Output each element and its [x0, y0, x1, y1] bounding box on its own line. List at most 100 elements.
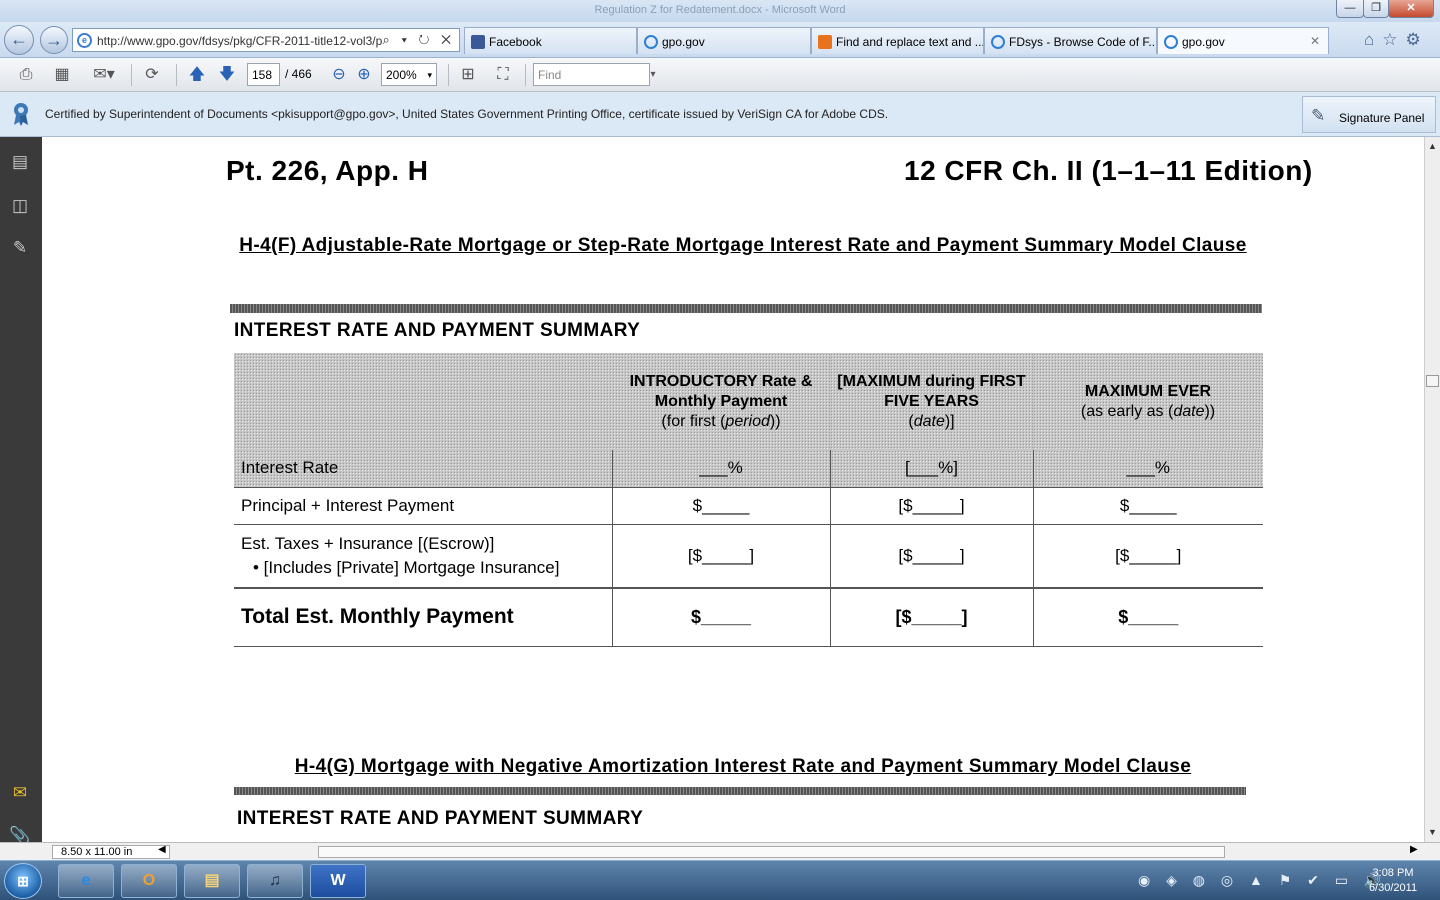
- table-cell: $_____: [611, 486, 830, 524]
- taskbar-file-explorer[interactable]: ▤: [184, 864, 240, 898]
- scroll-left-icon[interactable]: ◀: [158, 844, 166, 855]
- column-subtitle: (for first (period)): [661, 412, 781, 430]
- pdf-page: Pt. 226, App. H 12 CFR Ch. II (1–1–11 Ed…: [42, 137, 1424, 842]
- full-screen-icon[interactable]: ⛶: [491, 63, 515, 87]
- page-total: / 466: [285, 67, 312, 81]
- section-g-title: H-4(G) Mortgage with Negative Amortizati…: [294, 756, 1192, 777]
- column-title: INTRODUCTORY Rate & Monthly Payment: [629, 372, 813, 410]
- row-label: Est. Taxes + Insurance [(Escrow)]: [241, 533, 495, 553]
- address-actions[interactable]: ⌕ ▾ ↻ ✕: [383, 32, 455, 48]
- signature-panel-label: Signature Panel: [1339, 111, 1425, 125]
- signature-panel-button[interactable]: ✎ Signature Panel: [1302, 96, 1436, 133]
- table-row: Principal + Interest Payment $_____ [$__…: [234, 486, 1263, 524]
- column-title: [MAXIMUM during FIRST FIVE YEARS: [837, 372, 1026, 410]
- tab-label: gpo.gov: [662, 35, 705, 49]
- signatures-icon[interactable]: ✎: [9, 237, 31, 259]
- home-favorites-tools-icons[interactable]: ⌂☆⚙: [1364, 30, 1429, 50]
- clock-time: 3:08 PM: [1372, 867, 1414, 879]
- attachments-binoculars-icon[interactable]: ◫: [9, 195, 31, 217]
- table-cell: [$_____]: [829, 486, 1033, 524]
- tab-label: FDsys - Browse Code of F...: [1009, 35, 1157, 49]
- taskbar-itunes[interactable]: ♫: [247, 864, 303, 898]
- table-row: Est. Taxes + Insurance [(Escrow)] • [Inc…: [234, 523, 1263, 588]
- table-cell: $_____: [611, 587, 830, 647]
- page-header-left: Pt. 226, App. H: [226, 155, 429, 186]
- taskbar-outlook[interactable]: O: [121, 864, 177, 898]
- divider: [448, 64, 449, 86]
- maximize-button[interactable]: ❐: [1363, 0, 1389, 18]
- tab-fdsys[interactable]: FDsys - Browse Code of F...: [984, 27, 1157, 54]
- close-window-button[interactable]: ✕: [1388, 0, 1434, 18]
- column-title: MAXIMUM EVER: [1084, 382, 1212, 400]
- tab-facebook[interactable]: Facebook: [464, 27, 637, 54]
- fit-page-icon[interactable]: ⊞: [456, 63, 480, 87]
- tab-gpo[interactable]: gpo.gov: [637, 27, 811, 54]
- window-title: Regulation Z for Redatement.docx - Micro…: [594, 4, 846, 16]
- find-options-chevron-icon[interactable]: ▾: [646, 63, 660, 87]
- address-bar[interactable]: e http://www.gpo.gov/fdsys/pkg/CFR-2011-…: [72, 28, 460, 52]
- system-tray-icons[interactable]: ◉ ◈ ◍ ◎ ▲ ⚑ ✔ ▭ 🔊: [1138, 872, 1387, 889]
- column-header-maximum-ever: MAXIMUM EVER (as early as (date)): [1033, 353, 1263, 450]
- sync-icon[interactable]: ⟳: [140, 63, 164, 87]
- page-number-input[interactable]: 158: [247, 63, 280, 86]
- print-icon[interactable]: ⎙: [14, 63, 38, 87]
- share-icon[interactable]: ✉▾: [86, 63, 122, 87]
- taskbar-internet-explorer[interactable]: e: [58, 864, 114, 898]
- navigation-rail: ▤ ◫ ✎ ✉ 📎: [0, 137, 42, 859]
- row-label: Interest Rate: [241, 458, 339, 478]
- row-label: Total Est. Monthly Payment: [234, 587, 612, 647]
- divider: [131, 64, 132, 86]
- certificate-message: Certified by Superintendent of Documents…: [45, 107, 889, 121]
- close-tab-icon[interactable]: ✕: [1310, 34, 1320, 48]
- arrow-right-icon: →: [45, 30, 63, 50]
- signature-pen-icon: ✎: [1311, 106, 1326, 125]
- horizontal-scrollbar[interactable]: [318, 846, 1225, 858]
- taskbar-word[interactable]: W: [310, 864, 366, 898]
- table-row: Interest Rate ___% [___%] ___%: [234, 450, 1263, 487]
- summary-heading-g: INTEREST RATE AND PAYMENT SUMMARY: [237, 808, 644, 829]
- address-input[interactable]: http://www.gpo.gov/fdsys/pkg/CFR-2011-ti…: [97, 34, 393, 48]
- pages-icon[interactable]: ▤: [9, 151, 31, 173]
- ie-icon: e: [77, 33, 92, 48]
- reader-statusbar: 8.50 x 11.00 in ◀ ▶: [0, 842, 1440, 860]
- divider: [234, 787, 1246, 795]
- office-icon: [818, 35, 832, 49]
- table-cell: [___%]: [829, 450, 1033, 487]
- vertical-scrollbar[interactable]: ▲ ▼: [1424, 137, 1440, 842]
- taskbar-clock[interactable]: 3:08 PM 6/30/2011: [1358, 866, 1428, 896]
- table-cell: $_____: [1032, 587, 1263, 647]
- scroll-thumb[interactable]: [1426, 375, 1439, 387]
- save-icon[interactable]: ▦: [50, 63, 74, 87]
- previous-page-icon[interactable]: 🡅: [185, 63, 209, 87]
- page-size-readout: 8.50 x 11.00 in: [52, 845, 170, 859]
- table-corner: [234, 353, 612, 450]
- find-input[interactable]: Find: [533, 63, 650, 86]
- table-cell: [$_____]: [829, 523, 1033, 588]
- forward-button[interactable]: →: [40, 26, 68, 54]
- zoom-select[interactable]: 200% ▾: [381, 63, 437, 86]
- table-cell: [$_____]: [611, 523, 830, 588]
- tab-find-replace[interactable]: Find and replace text and ...: [811, 27, 984, 54]
- browser-navbar: ← → e http://www.gpo.gov/fdsys/pkg/CFR-2…: [0, 22, 1440, 58]
- scroll-down-icon[interactable]: ▼: [1428, 827, 1437, 837]
- rate-payment-table: INTRODUCTORY Rate & Monthly Payment (for…: [234, 353, 1263, 647]
- zoom-in-icon[interactable]: ⊕: [352, 63, 376, 87]
- row-label-cell: Est. Taxes + Insurance [(Escrow)] • [Inc…: [234, 523, 612, 588]
- zoom-out-icon[interactable]: ⊖: [327, 63, 351, 87]
- divider: [176, 64, 177, 86]
- arrow-left-icon: ←: [10, 29, 28, 49]
- windows-taskbar: ⊞ e O ▤ ♫ W ◉ ◈ ◍ ◎ ▲ ⚑ ✔ ▭ 🔊 3:08 PM 6/…: [0, 860, 1440, 900]
- scroll-up-icon[interactable]: ▲: [1428, 141, 1437, 151]
- table-cell: [$_____]: [829, 587, 1033, 647]
- scroll-right-icon[interactable]: ▶: [1410, 844, 1418, 855]
- chevron-down-icon: ▾: [427, 70, 432, 80]
- start-button[interactable]: ⊞: [4, 863, 42, 899]
- comments-icon[interactable]: ✉: [9, 782, 31, 804]
- minimize-button[interactable]: —: [1336, 0, 1364, 18]
- back-button[interactable]: ←: [4, 25, 34, 55]
- page-header-right: 12 CFR Ch. II (1–1–11 Edition): [904, 155, 1313, 186]
- tab-gpo-active[interactable]: gpo.gov ✕: [1157, 27, 1329, 54]
- next-page-icon[interactable]: 🡇: [215, 63, 239, 87]
- ie-icon: [1164, 35, 1178, 49]
- certified-ribbon-icon: [14, 103, 28, 126]
